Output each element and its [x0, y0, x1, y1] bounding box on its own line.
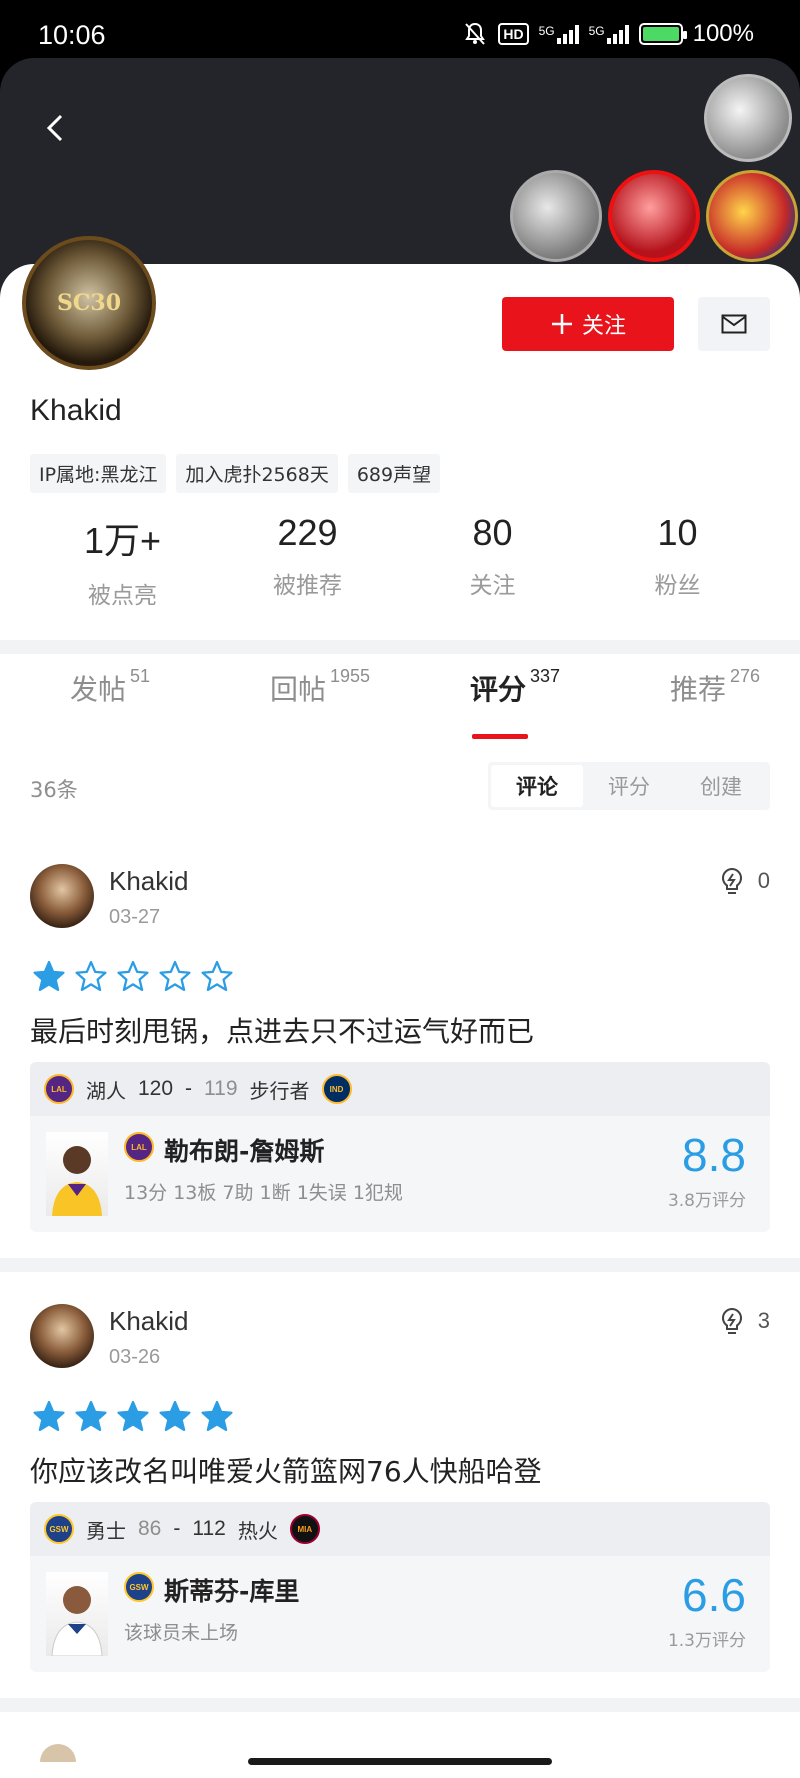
star-empty-icon — [117, 960, 149, 992]
tab-posts[interactable]: 发帖 51 — [70, 666, 150, 708]
content-tabs: 发帖 51 回帖 1955 评分 337 推荐 276 — [0, 666, 800, 738]
join-days-tag: 加入虎扑2568天 — [176, 454, 338, 493]
light-button[interactable]: 0 — [718, 866, 770, 896]
avatar[interactable] — [30, 864, 94, 928]
avatar[interactable]: SC30 — [22, 236, 156, 370]
score-dash: - — [173, 1517, 181, 1540]
avatar — [40, 1744, 76, 1762]
away-score: 119 — [204, 1077, 238, 1100]
rating-count: 3.8万评分 — [667, 1191, 746, 1211]
star-rating — [32, 960, 234, 992]
game-score-bar: GSW 勇士 86 - 112 热火 MIA — [30, 1502, 770, 1556]
star-empty-icon — [159, 960, 191, 992]
battery-level: 100% — [692, 20, 754, 47]
status-time: 10:06 — [38, 20, 106, 50]
section-divider — [0, 1698, 800, 1712]
game-card[interactable]: LAL 湖人 120 - 119 步行者 IND LAL 勒布朗-詹姆斯 13分… — [30, 1062, 770, 1232]
review-author[interactable]: Khakid — [109, 866, 189, 897]
follow-button[interactable]: 关注 — [502, 297, 674, 351]
review-text: 最后时刻甩锅，点进去只不过运气好而已 — [30, 1015, 535, 1048]
star-empty-icon — [201, 960, 233, 992]
player-badge-icon[interactable] — [608, 170, 700, 262]
eagle-badge-icon[interactable] — [510, 170, 602, 262]
review-text: 你应该改名叫唯爱火箭篮网76人快船哈登 — [30, 1455, 542, 1488]
player-stat-line: 该球员未上场 — [124, 1622, 239, 1644]
star-filled-icon — [159, 1400, 191, 1432]
lightbulb-icon — [721, 867, 742, 894]
signal-icon-2: 5G — [589, 24, 629, 44]
stat-lights[interactable]: 1万+ 被点亮 — [30, 512, 215, 610]
honor-badge-icon[interactable] — [704, 74, 792, 162]
tab-indicator — [472, 734, 528, 739]
star-filled-icon — [117, 1400, 149, 1432]
star-filled-icon — [75, 1400, 107, 1432]
filter-comment[interactable]: 评论 — [491, 765, 583, 807]
star-filled-icon — [33, 960, 65, 992]
star-rating — [32, 1400, 234, 1432]
mail-icon — [721, 314, 747, 334]
filter-rating[interactable]: 评分 — [583, 765, 675, 807]
player-stat-line: 13分 13板 7助 1断 1失误 1犯规 — [124, 1182, 403, 1204]
back-button[interactable] — [36, 108, 76, 148]
lakers-logo-icon: LAL — [124, 1132, 154, 1162]
heat-logo-icon: MIA — [289, 1514, 320, 1544]
review-author[interactable]: Khakid — [109, 1306, 189, 1337]
warriors-logo-icon: GSW — [124, 1572, 154, 1602]
away-team: 步行者 — [249, 1078, 310, 1103]
away-score: 112 — [192, 1517, 226, 1540]
status-icons: HD 5G 5G 100% — [462, 20, 754, 48]
filter-created[interactable]: 创建 — [675, 765, 767, 807]
lightbulb-icon — [721, 1307, 742, 1334]
review-date: 03-27 — [109, 906, 161, 928]
hd-icon: HD — [498, 23, 529, 45]
home-team: 勇士 — [86, 1518, 126, 1543]
player-name: 斯蒂芬-库里 — [164, 1577, 300, 1606]
tab-replies[interactable]: 回帖 1955 — [270, 666, 370, 708]
chevron-left-icon — [46, 114, 63, 142]
player-photo — [46, 1572, 108, 1656]
home-score: 86 — [138, 1517, 162, 1540]
stat-recommended[interactable]: 229 被推荐 — [215, 512, 400, 610]
home-indicator[interactable] — [248, 1758, 552, 1765]
game-score-bar: LAL 湖人 120 - 119 步行者 IND — [30, 1062, 770, 1116]
star-filled-icon — [33, 1400, 65, 1432]
ip-location-tag: IP属地:黑龙江 — [30, 454, 167, 493]
section-divider — [0, 1258, 800, 1272]
home-team: 湖人 — [86, 1078, 126, 1103]
star-empty-icon — [75, 960, 107, 992]
item-count: 36条 — [30, 778, 78, 802]
tab-recommend[interactable]: 推荐 276 — [670, 666, 760, 708]
warriors-logo-icon: GSW — [44, 1514, 74, 1544]
flag-badge-icon[interactable] — [706, 170, 798, 262]
mute-bell-icon — [462, 21, 488, 47]
away-team: 热火 — [237, 1518, 278, 1543]
lakers-logo-icon: LAL — [44, 1074, 74, 1104]
tab-ratings[interactable]: 评分 337 — [470, 666, 560, 708]
plus-icon — [551, 314, 572, 334]
pacers-logo-icon: IND — [321, 1074, 352, 1104]
filter-segment: 评论 评分 创建 — [488, 762, 770, 810]
stat-following[interactable]: 80 关注 — [400, 512, 585, 610]
profile-stats: 1万+ 被点亮 229 被推荐 80 关注 10 粉丝 — [0, 512, 800, 610]
battery-icon — [638, 23, 687, 45]
light-button[interactable]: 3 — [718, 1306, 770, 1336]
player-rating: 8.8 — [682, 1129, 746, 1181]
message-button[interactable] — [698, 297, 770, 351]
game-card[interactable]: GSW 勇士 86 - 112 热火 MIA GSW 斯蒂芬-库里 该球员未上场… — [30, 1502, 770, 1672]
player-name: 勒布朗-詹姆斯 — [164, 1137, 325, 1166]
reputation-tag: 689声望 — [347, 454, 441, 493]
username: Khakid — [30, 394, 122, 427]
profile-tags: IP属地:黑龙江 加入虎扑2568天 689声望 — [30, 454, 441, 493]
home-score: 120 — [138, 1077, 174, 1100]
player-photo — [46, 1132, 108, 1216]
rating-count: 1.3万评分 — [667, 1631, 746, 1651]
avatar[interactable] — [30, 1304, 94, 1368]
stat-followers[interactable]: 10 粉丝 — [585, 512, 770, 610]
review-date: 03-26 — [109, 1346, 161, 1368]
section-divider — [0, 640, 800, 654]
player-rating: 6.6 — [682, 1569, 746, 1621]
score-dash: - — [185, 1077, 193, 1100]
signal-icon: 5G — [539, 24, 579, 44]
star-filled-icon — [201, 1400, 233, 1432]
